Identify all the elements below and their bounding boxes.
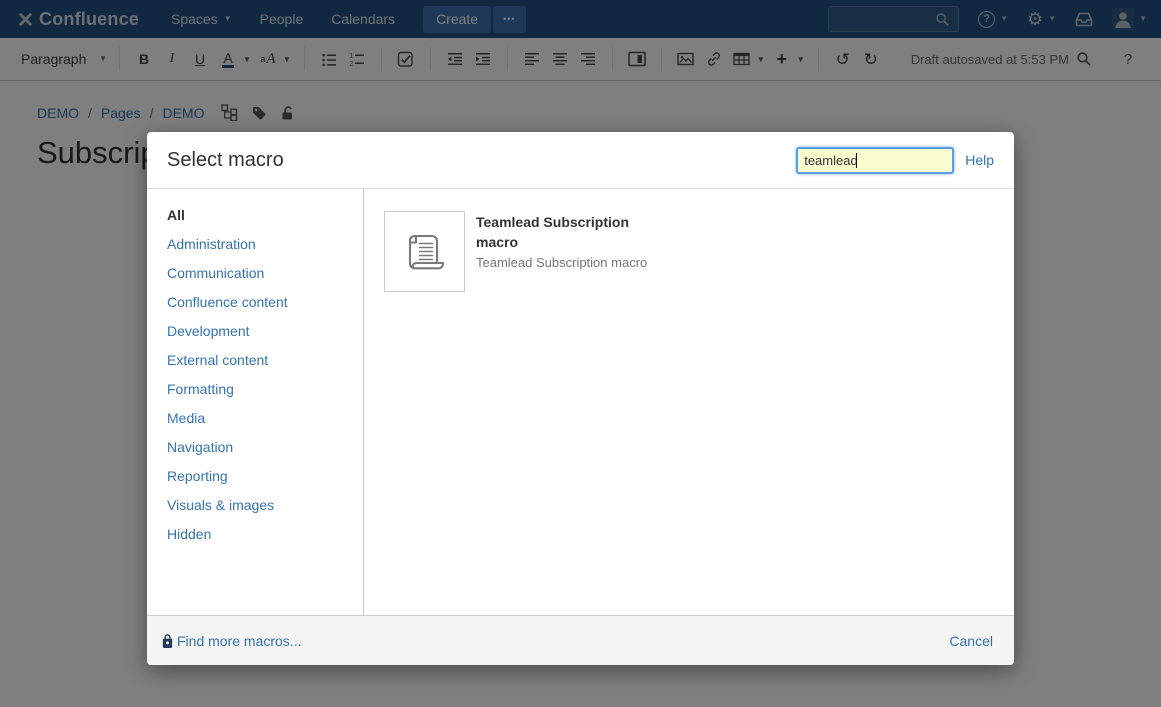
macro-icon-box: [384, 211, 465, 292]
screen: Confluence Spaces People Calendars Creat…: [0, 0, 1161, 707]
macro-text: Teamlead Subscription macro Teamlead Sub…: [476, 211, 668, 292]
dialog-header: Select macro Help: [147, 132, 1014, 189]
category-media[interactable]: Media: [167, 411, 363, 426]
category-all[interactable]: All: [167, 208, 363, 223]
macro-title: Teamlead Subscription macro: [476, 212, 668, 252]
category-communication[interactable]: Communication: [167, 266, 363, 281]
category-administration[interactable]: Administration: [167, 237, 363, 252]
category-hidden[interactable]: Hidden: [167, 527, 363, 542]
macro-search-wrap: [796, 147, 954, 174]
text-cursor: [856, 153, 857, 168]
category-formatting[interactable]: Formatting: [167, 382, 363, 397]
macro-list-item[interactable]: Teamlead Subscription macro Teamlead Sub…: [384, 211, 1014, 292]
find-more-label: Find more macros...: [177, 633, 301, 649]
category-external-content[interactable]: External content: [167, 353, 363, 368]
category-development[interactable]: Development: [167, 324, 363, 339]
macro-categories: All Administration Communication Conflue…: [147, 189, 364, 615]
dialog-title: Select macro: [167, 149, 284, 172]
macro-description: Teamlead Subscription macro: [476, 255, 668, 271]
category-navigation[interactable]: Navigation: [167, 440, 363, 455]
find-more-macros-link[interactable]: Find more macros...: [161, 633, 301, 649]
macro-search-input[interactable]: [796, 147, 954, 174]
select-macro-dialog: Select macro Help All Administration Com…: [147, 132, 1014, 665]
scroll-icon: [402, 229, 448, 275]
dialog-footer: Find more macros... Cancel: [147, 615, 1014, 665]
category-visuals-images[interactable]: Visuals & images: [167, 498, 363, 513]
category-confluence-content[interactable]: Confluence content: [167, 295, 363, 310]
cancel-link[interactable]: Cancel: [949, 633, 993, 649]
category-reporting[interactable]: Reporting: [167, 469, 363, 484]
dialog-body: All Administration Communication Conflue…: [147, 189, 1014, 615]
help-link[interactable]: Help: [965, 152, 994, 168]
marketplace-icon: [161, 633, 174, 649]
macro-results: Teamlead Subscription macro Teamlead Sub…: [364, 189, 1014, 615]
dialog-header-right: Help: [796, 147, 994, 174]
